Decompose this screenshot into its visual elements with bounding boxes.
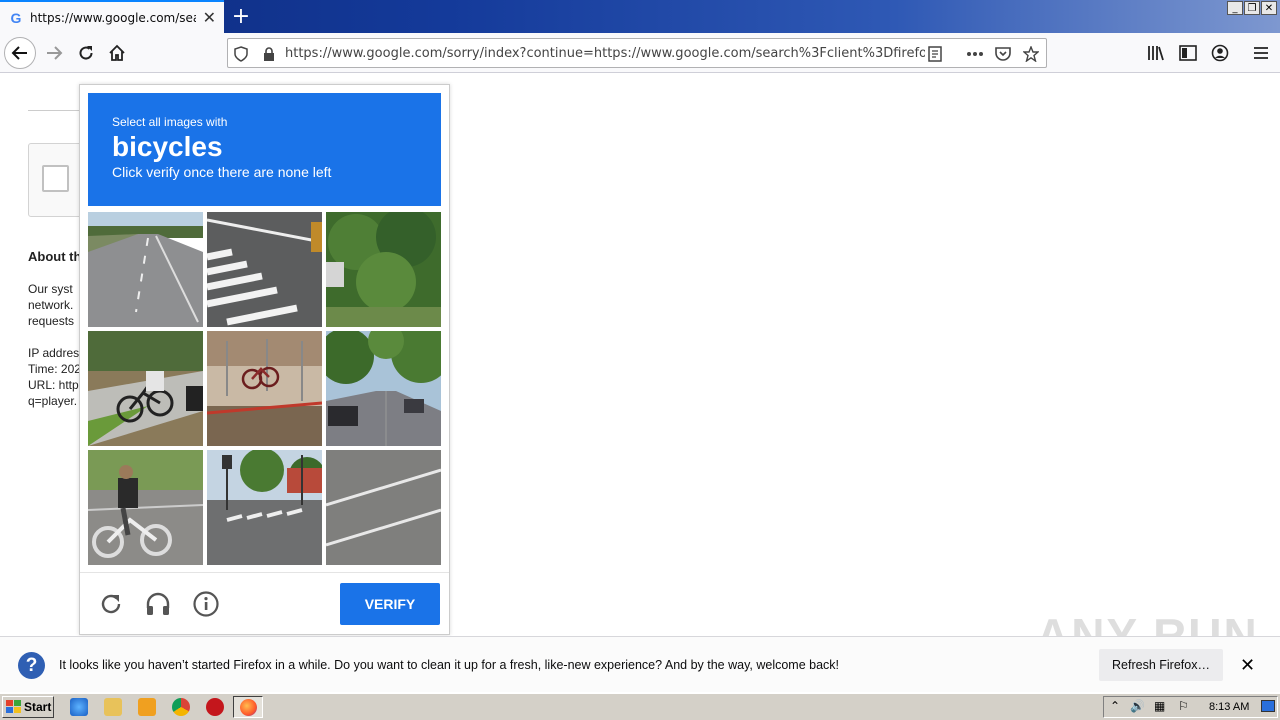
info-icon <box>193 591 219 617</box>
info-button[interactable] <box>191 589 221 619</box>
tab-close-icon[interactable]: ✕ <box>203 8 216 27</box>
tracking-shield-icon[interactable] <box>232 45 250 63</box>
info-line: URL: http <box>28 378 79 392</box>
reader-view-icon[interactable] <box>926 45 944 63</box>
home-icon <box>109 44 125 61</box>
info-line: Time: 202 <box>28 362 81 376</box>
target-object: bicycles <box>112 131 223 162</box>
image-tile-pavement-lines[interactable] <box>326 450 441 565</box>
recaptcha-checkbox[interactable] <box>42 165 69 192</box>
chrome-icon[interactable] <box>172 698 190 716</box>
challenge-header: Select all images with bicycles Click ve… <box>88 93 441 206</box>
image-tile-bicycle-parked[interactable] <box>88 331 203 446</box>
about-heading: About th <box>28 249 82 264</box>
close-window-button[interactable]: ✕ <box>1261 1 1277 15</box>
browser-tab[interactable]: G https://www.google.com/search?c ✕ <box>0 0 224 33</box>
account-button[interactable] <box>1204 37 1236 69</box>
lock-icon[interactable] <box>260 45 278 63</box>
about-line: requests <box>28 314 75 328</box>
minimize-button[interactable]: _ <box>1227 1 1243 15</box>
verify-button[interactable]: VERIFY <box>340 583 440 625</box>
volume-icon[interactable]: 🔊 <box>1130 699 1145 713</box>
recaptcha-challenge: Select all images with bicycles Click ve… <box>79 84 450 635</box>
firefox-taskbar-button[interactable] <box>233 696 263 718</box>
hint-text: Click verify once there are none left <box>112 164 332 180</box>
notification-message: It looks like you haven’t started Firefo… <box>59 658 840 672</box>
tray-expand-icon[interactable]: ⌃ <box>1110 699 1120 713</box>
notification-bar: ? It looks like you haven’t started Fire… <box>0 636 1280 692</box>
info-line: q=player. <box>28 394 78 408</box>
bookmark-star-icon[interactable] <box>1022 45 1040 63</box>
close-notification-icon[interactable]: ✕ <box>1240 655 1255 676</box>
tab-title: https://www.google.com/search?c <box>30 10 196 25</box>
window-controls: _ ❐ ✕ <box>1227 1 1277 15</box>
new-tab-button[interactable]: + <box>230 3 252 29</box>
home-button[interactable] <box>101 37 133 69</box>
ie-icon[interactable] <box>70 698 88 716</box>
back-button[interactable] <box>4 37 36 69</box>
reload-icon <box>79 46 93 60</box>
url-bar[interactable]: https://www.google.com/sorry/index?conti… <box>227 38 1047 68</box>
action-center-flag-icon[interactable]: ⚐ <box>1178 699 1189 713</box>
navigation-bar: https://www.google.com/sorry/index?conti… <box>0 33 1280 73</box>
library-icon <box>1148 46 1164 61</box>
hamburger-menu-icon <box>1254 47 1268 59</box>
taskbar: Start ⌃ 🔊 ▦ ⚐ 8:13 AM <box>0 693 1280 720</box>
image-tile-cyclist[interactable] <box>88 450 203 565</box>
image-tile-bicycle-sidewalk[interactable] <box>207 331 322 446</box>
restore-button[interactable]: ❐ <box>1244 1 1260 15</box>
start-button[interactable]: Start <box>2 696 54 718</box>
system-tray: ⌃ 🔊 ▦ ⚐ <box>1103 696 1278 718</box>
question-icon: ? <box>18 652 45 679</box>
windows-logo-icon <box>6 700 21 713</box>
refresh-firefox-button[interactable]: Refresh Firefox… <box>1099 649 1223 681</box>
account-icon <box>1211 44 1229 62</box>
back-arrow-icon <box>11 46 27 60</box>
challenge-footer: VERIFY <box>80 572 449 634</box>
reload-button[interactable] <box>70 37 102 69</box>
image-tile-crosswalk[interactable] <box>207 212 322 327</box>
instruction-text: Select all images with <box>112 115 228 129</box>
page-actions-icon[interactable] <box>966 45 984 63</box>
image-tile-intersection[interactable] <box>207 450 322 565</box>
url-text: https://www.google.com/sorry/index?conti… <box>285 46 925 61</box>
reload-challenge-button[interactable] <box>96 589 126 619</box>
sidebar-button[interactable] <box>1172 37 1204 69</box>
forward-arrow-icon <box>47 46 63 60</box>
info-line: IP addres <box>28 346 80 360</box>
about-line: network. <box>28 298 74 312</box>
image-tile-tree-street[interactable] <box>326 331 441 446</box>
forward-button[interactable] <box>38 37 70 69</box>
clock: 8:13 AM <box>1209 701 1250 713</box>
tab-strip: G https://www.google.com/search?c ✕ + _ … <box>0 0 1280 33</box>
headphones-icon <box>146 592 170 615</box>
show-desktop-icon[interactable] <box>1261 700 1275 712</box>
library-button[interactable] <box>1140 37 1172 69</box>
audio-challenge-button[interactable] <box>143 589 173 619</box>
folder-icon[interactable] <box>104 698 122 716</box>
network-icon[interactable]: ▦ <box>1154 699 1165 713</box>
menu-button[interactable] <box>1245 37 1277 69</box>
sidebar-icon <box>1179 45 1197 61</box>
media-player-icon[interactable] <box>138 698 156 716</box>
start-label: Start <box>24 700 52 714</box>
reload-icon <box>101 594 121 614</box>
opera-icon[interactable] <box>206 698 224 716</box>
image-tile-tree-yard[interactable] <box>326 212 441 327</box>
pocket-icon[interactable] <box>994 45 1012 63</box>
google-favicon-icon: G <box>10 9 22 26</box>
image-tile-road[interactable] <box>88 212 203 327</box>
firefox-icon <box>240 699 257 716</box>
about-line: Our syst <box>28 282 73 296</box>
